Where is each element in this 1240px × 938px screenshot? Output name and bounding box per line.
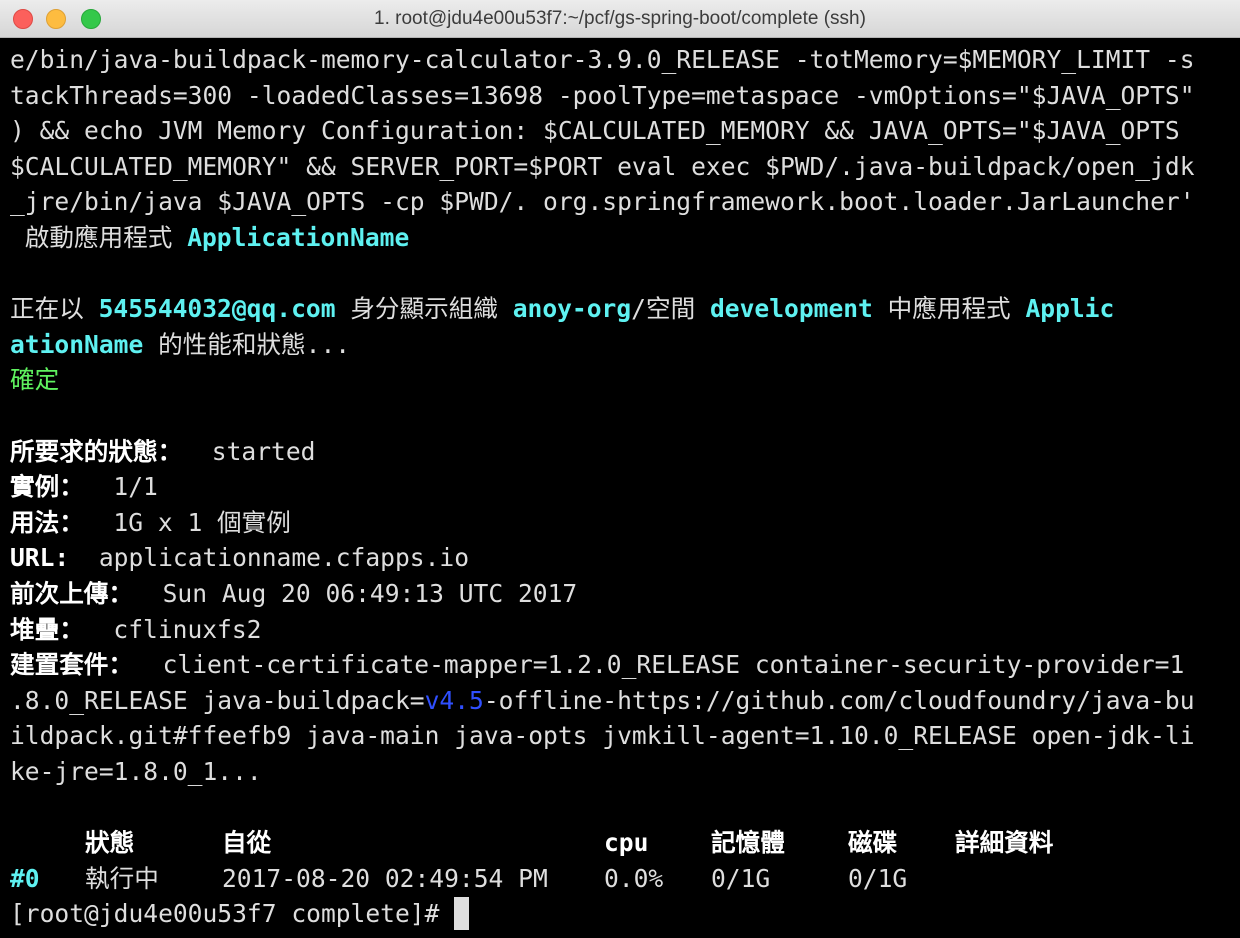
output-line: ) && echo JVM Memory Configuration: $CAL… bbox=[10, 116, 1180, 146]
user-email: 545544032@qq.com bbox=[98, 294, 336, 324]
usage-label: 用法： bbox=[10, 507, 84, 537]
usage-value: 1G x 1 個實例 bbox=[83, 507, 291, 537]
status-text: 正在以 bbox=[10, 294, 99, 324]
instance-cpu: 0.0% bbox=[604, 863, 664, 893]
window-title: 1. root@jdu4e00u53f7:~/pcf/gs-spring-boo… bbox=[374, 8, 866, 29]
terminal-window: 1. root@jdu4e00u53f7:~/pcf/gs-spring-boo… bbox=[0, 0, 1240, 938]
title-bar[interactable]: 1. root@jdu4e00u53f7:~/pcf/gs-spring-boo… bbox=[0, 0, 1240, 38]
requested-state-label: 所要求的狀態： bbox=[10, 436, 183, 466]
last-uploaded-line: 前次上傳： Sun Aug 20 06:49:13 UTC 2017 bbox=[10, 576, 1234, 612]
buildpack-line: .8.0_RELEASE java-buildpack=v4.5-offline… bbox=[10, 683, 1234, 719]
instance-since: 2017-08-20 02:49:54 PM bbox=[222, 863, 548, 893]
text-cursor bbox=[454, 897, 470, 931]
stack-value: cflinuxfs2 bbox=[83, 614, 262, 644]
buildpack-version: v4.5 bbox=[424, 685, 484, 715]
space-name: development bbox=[709, 294, 873, 324]
url-label: URL: bbox=[10, 543, 70, 573]
url-line: URL: applicationname.cfapps.io bbox=[10, 540, 1234, 576]
buildpack-value: client-certificate-mapper=1.2.0_RELEASE … bbox=[132, 650, 1185, 680]
status-text: 身分顯示組織 bbox=[335, 294, 513, 324]
showing-status-line: 正在以 545544032@qq.com 身分顯示組織 anoy-org/空間 … bbox=[10, 291, 1234, 327]
starting-app-text: 啟動應用程式 bbox=[10, 222, 188, 252]
instances-value: 1/1 bbox=[83, 472, 158, 502]
status-text: 中應用程式 bbox=[872, 294, 1026, 324]
instances-line: 實例： 1/1 bbox=[10, 469, 1234, 505]
stack-line: 堆疊： cflinuxfs2 bbox=[10, 612, 1234, 648]
buildpack-line: 建置套件： client-certificate-mapper=1.2.0_RE… bbox=[10, 647, 1234, 683]
requested-state-value: started bbox=[182, 436, 316, 466]
buildpack-label: 建置套件： bbox=[10, 650, 133, 680]
last-uploaded-label: 前次上傳： bbox=[10, 578, 133, 608]
terminal-output[interactable]: e/bin/java-buildpack-memory-calculator-3… bbox=[10, 42, 1234, 932]
output-line: _jre/bin/java $JAVA_OPTS -cp $PWD/. org.… bbox=[10, 187, 1195, 217]
buildpack-line: ke-jre=1.8.0_1... bbox=[10, 756, 262, 786]
status-text: 的性能和狀態... bbox=[143, 329, 351, 359]
header-cpu: cpu bbox=[604, 828, 649, 858]
header-since: 自從 bbox=[222, 828, 272, 858]
buildpack-line: ildpack.git#ffeefb9 java-main java-opts … bbox=[10, 721, 1195, 751]
instance-table-header: 狀態 自從 cpu 記憶體 磁碟 詳細資料 bbox=[10, 825, 1234, 861]
header-memory: 記憶體 bbox=[711, 828, 785, 858]
instances-label: 實例： bbox=[10, 472, 84, 502]
starting-app-line: 啟動應用程式 ApplicationName bbox=[10, 220, 1234, 256]
shell-prompt-line[interactable]: [root@jdu4e00u53f7 complete]# bbox=[10, 896, 1234, 932]
instance-disk: 0/1G bbox=[848, 863, 908, 893]
showing-status-line: ationName 的性能和狀態... bbox=[10, 327, 1234, 363]
output-line: e/bin/java-buildpack-memory-calculator-3… bbox=[10, 45, 1195, 74]
requested-state-line: 所要求的狀態： started bbox=[10, 434, 1234, 470]
header-state: 狀態 bbox=[85, 828, 135, 858]
url-value: applicationname.cfapps.io bbox=[69, 543, 470, 573]
last-uploaded-value: Sun Aug 20 06:49:13 UTC 2017 bbox=[132, 578, 578, 608]
instance-state: 執行中 bbox=[85, 863, 159, 893]
app-name: Applic bbox=[1025, 294, 1115, 324]
output-line: $CALCULATED_MEMORY" && SERVER_PORT=$PORT… bbox=[10, 151, 1195, 181]
stack-label: 堆疊： bbox=[10, 614, 84, 644]
app-name: ationName bbox=[10, 329, 144, 359]
org-name: anoy-org bbox=[512, 294, 632, 324]
output-line: tackThreads=300 -loadedClasses=13698 -po… bbox=[10, 80, 1195, 110]
status-text: /空間 bbox=[631, 294, 710, 324]
usage-line: 用法： 1G x 1 個實例 bbox=[10, 505, 1234, 541]
app-name: ApplicationName bbox=[187, 222, 410, 252]
table-row: #0 執行中 2017-08-20 02:49:54 PM 0.0% 0/1G … bbox=[10, 861, 1234, 897]
buildpack-value: .8.0_RELEASE java-buildpack= bbox=[10, 685, 425, 715]
buildpack-value: -offline-https://github.com/cloudfoundry… bbox=[483, 685, 1195, 715]
header-details: 詳細資料 bbox=[955, 828, 1054, 858]
instance-memory: 0/1G bbox=[711, 863, 771, 893]
header-disk: 磁碟 bbox=[848, 828, 898, 858]
instance-index: #0 bbox=[10, 863, 40, 893]
ok-status: 確定 bbox=[10, 365, 60, 395]
